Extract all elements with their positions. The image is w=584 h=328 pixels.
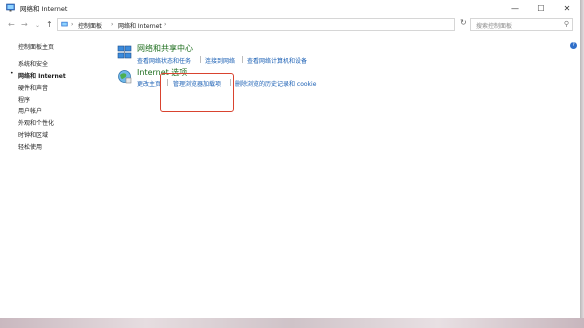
sidebar-item-user-accounts[interactable]: 用户帐户 — [18, 106, 42, 115]
sidebar-item-clock-region[interactable]: 时钟和区域 — [18, 130, 48, 139]
network-sharing-center-icon — [117, 45, 132, 59]
close-button[interactable]: ✕ — [554, 0, 580, 16]
sidebar-item-appearance[interactable]: 外观和个性化 — [18, 118, 54, 127]
breadcrumb-control-panel[interactable]: 控制面板 — [78, 21, 102, 30]
minimize-button[interactable]: — — [502, 0, 528, 16]
breadcrumb-separator-icon: › — [164, 21, 167, 28]
sidebar-item-ease-of-access[interactable]: 轻松使用 — [18, 142, 42, 151]
sidebar-item-programs[interactable]: 程序 — [18, 95, 30, 104]
view-network-computers-link[interactable]: 查看网络计算机和设备 — [247, 56, 307, 65]
breadcrumb-separator-icon: › — [111, 21, 114, 28]
connect-to-network-link[interactable]: 连接到网络 — [205, 56, 235, 65]
control-panel-icon — [61, 21, 68, 27]
search-icon: ⚲ — [563, 20, 569, 28]
search-placeholder: 搜索控制面板 — [476, 23, 513, 30]
back-button[interactable]: ← — [8, 20, 15, 29]
up-button[interactable]: ↑ — [46, 20, 53, 29]
search-input[interactable]: 搜索控制面板 ⚲ — [470, 18, 573, 31]
recent-locations-button[interactable]: ⌄ — [35, 22, 40, 29]
network-sharing-center-title[interactable]: 网络和共享中心 — [137, 43, 193, 54]
title-bar: 网络和 Internet — ☐ ✕ — [0, 0, 580, 16]
forward-button[interactable]: → — [21, 20, 28, 29]
close-icon: ✕ — [563, 3, 571, 13]
active-bullet-icon: • — [10, 70, 14, 77]
link-divider — [200, 56, 201, 63]
maximize-button[interactable]: ☐ — [528, 0, 554, 16]
sidebar-item-home[interactable]: 控制面板主页 — [18, 42, 54, 51]
delete-browsing-history-link[interactable]: 删除浏览的历史记录和 cookie — [235, 79, 316, 88]
sidebar-item-hardware-sound[interactable]: 硬件和声音 — [18, 83, 48, 92]
back-arrow-icon: ← — [8, 20, 15, 29]
desktop-background — [0, 318, 584, 328]
help-icon[interactable]: ? — [570, 42, 577, 49]
view-network-status-link[interactable]: 查看网络状态和任务 — [137, 56, 191, 65]
address-bar[interactable]: › 控制面板 › 网络和 Internet › — [57, 18, 455, 31]
chevron-down-icon: ⌄ — [35, 22, 41, 29]
link-divider — [242, 56, 243, 63]
up-arrow-icon: ↑ — [46, 20, 53, 29]
breadcrumb-separator-icon: › — [71, 21, 74, 28]
highlight-annotation-box — [160, 73, 234, 112]
control-panel-window: 网络和 Internet — ☐ ✕ ← → ⌄ ↑ › 控制面板 › 网络和 … — [0, 0, 581, 318]
internet-options-icon — [118, 70, 132, 84]
minimize-icon: — — [511, 3, 519, 13]
control-panel-icon — [6, 3, 15, 12]
sidebar-item-system-security[interactable]: 系统和安全 — [18, 59, 48, 68]
maximize-icon: ☐ — [537, 3, 545, 13]
window-title: 网络和 Internet — [20, 5, 68, 13]
refresh-icon: ↻ — [460, 18, 467, 27]
change-home-page-link[interactable]: 更改主页 — [137, 79, 161, 88]
forward-arrow-icon: → — [21, 20, 28, 29]
sidebar-item-network-internet: 网络和 Internet — [18, 73, 66, 80]
refresh-button[interactable]: ↻ — [460, 18, 467, 27]
breadcrumb-network-internet[interactable]: 网络和 Internet — [118, 21, 162, 30]
